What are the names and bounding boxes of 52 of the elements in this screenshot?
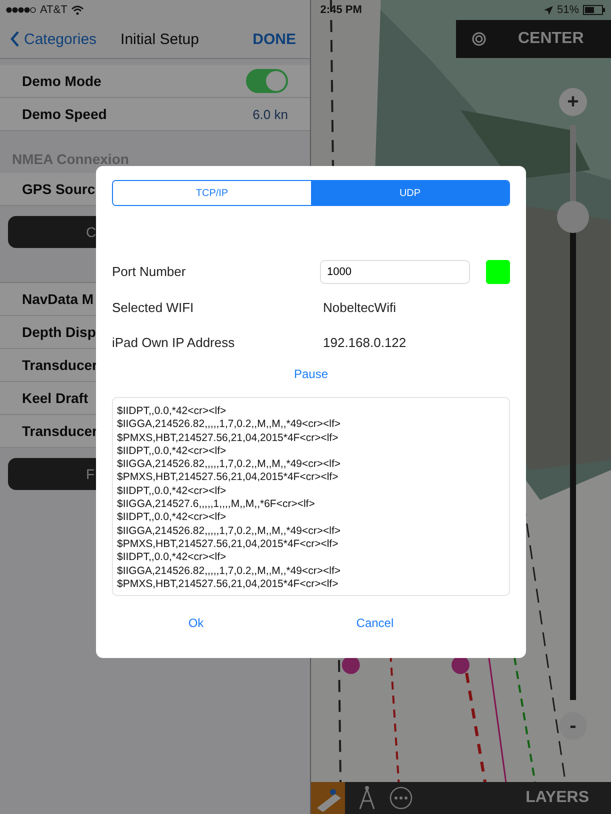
log-line: $PMXS,HBT,214527.56,21,04,2015*4F<cr><lf>	[117, 538, 338, 552]
row-label: GPS Sourc	[22, 181, 96, 197]
row-label: Transducer	[22, 357, 98, 373]
row-label: Demo Speed	[22, 106, 107, 122]
row-label: Transducer	[22, 423, 98, 439]
log-line: $IIDPT,,0.0,*42<cr><lf>	[117, 444, 226, 458]
battery-icon	[583, 5, 605, 15]
field-label: Selected WIFI	[112, 299, 195, 317]
target-icon	[472, 32, 486, 46]
log-line: $PMXS,HBT,214527.56,21,04,2015*4F<cr><lf>	[117, 578, 338, 592]
log-line: $PMXS,HBT,214527.56,21,04,2015*4F<cr><lf>	[117, 432, 338, 445]
carrier-name: AT&T	[40, 4, 68, 16]
log-line: $IIDPT,,0.0,*42<cr><lf>	[117, 484, 226, 498]
toggle-switch[interactable]	[246, 69, 288, 93]
signal-icon	[6, 7, 36, 13]
field-value: 192.168.0.122	[322, 334, 408, 352]
more-icon[interactable]	[389, 786, 413, 810]
row-value: 6.0 kn	[252, 106, 288, 122]
pause-button[interactable]: Pause	[294, 367, 328, 381]
log-line: $IIGGA,214526.82,,,,,1,7,0.2,,M,,M,,*49<cr><lf>	[117, 418, 341, 432]
back-button[interactable]: Categories	[10, 30, 97, 48]
log-line: $IIGGA,214526.82,,,,,1,7,0.2,,M,,M,,*49<cr><lf>	[117, 458, 341, 472]
clock: 2:45 PM	[320, 4, 362, 16]
row-label: Depth Disp	[22, 324, 96, 340]
cancel-button[interactable]: Cancel	[356, 616, 394, 630]
row-label: NavData M	[22, 291, 94, 307]
row-label: Keel Draft	[22, 390, 88, 406]
wifi-icon	[71, 5, 84, 15]
boat-icon[interactable]	[311, 782, 345, 814]
log-line: $IIGGA,214527.6,,,,,1,,,,M,,M,,*6F<cr><lf>	[117, 498, 315, 512]
location-icon	[544, 6, 553, 14]
segment-tab[interactable]: UDP	[311, 181, 509, 205]
field-label: Port Number	[112, 263, 187, 281]
log-line: $IIDPT,,0.0,*42<cr><lf>	[117, 511, 226, 525]
field-value: NobeltecWifi	[322, 299, 397, 317]
center-button[interactable]: CENTER	[456, 20, 611, 58]
layers-button[interactable]: LAYERS	[526, 789, 589, 807]
log-line: $IIGGA,214526.82,,,,,1,7,0.2,,M,,M,,*49<cr><lf>	[117, 564, 341, 578]
ok-button[interactable]: Ok	[188, 616, 204, 630]
compass-icon[interactable]	[357, 785, 377, 811]
chevron-left-icon	[10, 30, 20, 48]
log-line: $PMXS,HBT,214527.56,21,04,2015*4F<cr><lf>	[117, 471, 338, 485]
battery-percent: 51%	[556, 4, 579, 16]
done-button[interactable]: DONE	[252, 30, 296, 48]
log-line: $IIGGA,214526.82,,,,,1,7,0.2,,M,,M,,*49<cr><lf>	[117, 524, 341, 538]
settings-row[interactable]: Demo Speed 6.0 kn	[0, 98, 310, 131]
field-label: iPad Own IP Address	[112, 334, 236, 352]
port-input-field[interactable]: 1000	[320, 260, 470, 284]
log-line: $IIDPT,,0.0,*42<cr><lf>	[117, 551, 226, 565]
log-line: $IIDPT,,0.0,*42<cr><lf>	[117, 405, 226, 418]
nav-title: Initial Setup	[120, 30, 200, 48]
row-label: Demo Mode	[22, 73, 102, 89]
